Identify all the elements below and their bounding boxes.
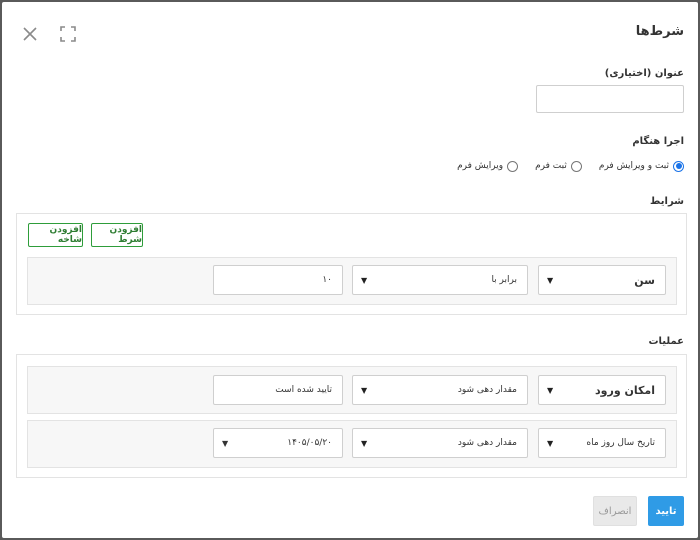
operation-field-select[interactable]: امکان ورود ▼ xyxy=(538,375,666,405)
radio-unchecked-icon[interactable] xyxy=(570,160,582,172)
conditions-dialog: شرط‌ها عنوان (اختیاری) اجرا هنگام ثبت و … xyxy=(2,2,698,538)
run-on-label: اجرا هنگام xyxy=(632,136,684,147)
dropdown-arrow-icon: ▼ xyxy=(361,275,368,285)
radio-submit[interactable]: ثبت فرم xyxy=(535,160,582,172)
radio-edit[interactable]: ویرایش فرم xyxy=(457,160,519,172)
radio-label: ثبت و ویرایش فرم xyxy=(598,161,669,171)
title-field-label: عنوان (اختیاری) xyxy=(604,68,684,79)
radio-label: ثبت فرم xyxy=(535,161,567,171)
title-input[interactable] xyxy=(536,85,684,113)
conditions-label: شرایط xyxy=(650,196,684,207)
condition-value-input[interactable]: ۱۰ xyxy=(213,265,343,295)
radio-submit-and-edit[interactable]: ثبت و ویرایش فرم xyxy=(598,160,684,172)
select-value: امکان ورود xyxy=(595,383,655,397)
select-value: مقدار دهی شود xyxy=(457,438,517,448)
operation-value-input[interactable]: تایید شده است xyxy=(213,375,343,405)
field-value: ۱۴۰۵/۰۵/۲۰ xyxy=(287,438,332,448)
radio-label: ویرایش فرم xyxy=(457,161,504,171)
select-value: تاریخ سال روز ماه xyxy=(586,438,655,448)
dropdown-arrow-icon: ▼ xyxy=(547,438,554,448)
field-value: ۱۰ xyxy=(322,275,332,285)
dropdown-arrow-icon: ▼ xyxy=(547,275,554,285)
ok-button[interactable]: تایید xyxy=(648,496,684,526)
dialog-title: شرط‌ها xyxy=(635,24,684,39)
add-branch-button[interactable]: افزودن شاخه xyxy=(28,223,83,247)
operations-section xyxy=(16,354,687,478)
operation-action-select[interactable]: مقدار دهی شود ▼ xyxy=(352,375,528,405)
run-on-radio-group: ثبت و ویرایش فرم ثبت فرم ویرایش فرم xyxy=(440,158,684,174)
fullscreen-icon[interactable] xyxy=(58,24,78,44)
field-value: تایید شده است xyxy=(275,385,332,395)
operation-action-select[interactable]: مقدار دهی شود ▼ xyxy=(352,428,528,458)
condition-field-select[interactable]: سن ▼ xyxy=(538,265,666,295)
dropdown-arrow-icon: ▼ xyxy=(361,438,368,448)
operation-date-select[interactable]: ۱۴۰۵/۰۵/۲۰ ▼ xyxy=(213,428,343,458)
select-value: برابر با xyxy=(491,275,517,285)
operations-label: عملیات xyxy=(648,336,684,347)
condition-operator-select[interactable]: برابر با ▼ xyxy=(352,265,528,295)
radio-checked-icon[interactable] xyxy=(673,160,684,172)
select-value: سن xyxy=(634,273,655,287)
select-value: مقدار دهی شود xyxy=(457,385,517,395)
cancel-button[interactable]: انصراف xyxy=(593,496,637,526)
radio-unchecked-icon[interactable] xyxy=(507,160,519,172)
close-icon[interactable] xyxy=(20,24,40,44)
add-condition-button[interactable]: افزودن شرط xyxy=(91,223,143,247)
dropdown-arrow-icon: ▼ xyxy=(361,385,368,395)
dropdown-arrow-icon: ▼ xyxy=(222,438,229,448)
operation-field-select[interactable]: تاریخ سال روز ماه ▼ xyxy=(538,428,666,458)
dropdown-arrow-icon: ▼ xyxy=(547,385,554,395)
